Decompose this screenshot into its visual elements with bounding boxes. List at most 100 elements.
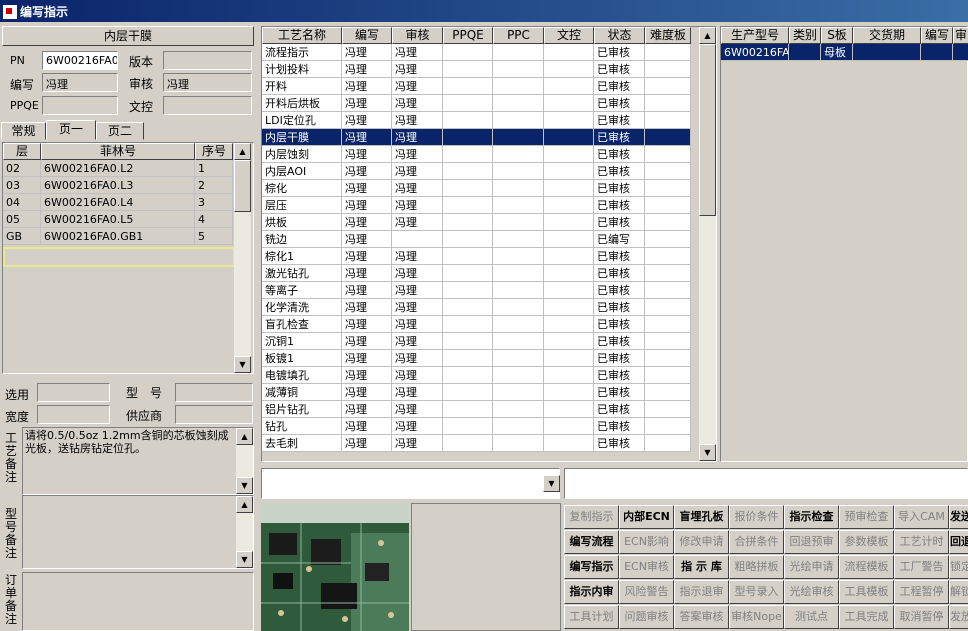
product-col-header[interactable]: S板 xyxy=(821,27,853,44)
process-note-textarea[interactable]: 请将0.5/0.5oz 1.2mm含铜的芯板蚀刻成光板，送钻房钻定位孔。 ▲ ▼ xyxy=(22,427,254,495)
action-button[interactable]: 编写流程 xyxy=(564,530,619,554)
action-button[interactable]: 光绘审核 xyxy=(784,580,839,604)
table-row[interactable]: 化学清洗 冯理 冯理 已审核 xyxy=(262,299,691,316)
action-button[interactable]: 光绘申请 xyxy=(784,555,839,579)
action-button[interactable]: 指示退审 xyxy=(674,580,729,604)
process-col-header[interactable]: 工艺名称 xyxy=(262,27,342,44)
action-button[interactable]: 修改申请 xyxy=(674,530,729,554)
action-button[interactable]: 指示内审 xyxy=(564,580,619,604)
action-button[interactable]: 工具完成 xyxy=(839,605,894,629)
table-row[interactable]: GB 6W00216FA0.GB1 5 xyxy=(3,228,235,245)
table-row[interactable]: 开料 冯理 冯理 已审核 xyxy=(262,78,691,95)
layer-col-header[interactable]: 层 xyxy=(3,143,41,160)
table-row[interactable]: 内层干膜 冯理 冯理 已审核 xyxy=(262,129,691,146)
action-button[interactable]: 问题审核 xyxy=(619,605,674,629)
action-button[interactable]: 测试点 xyxy=(784,605,839,629)
table-row[interactable]: 03 6W00216FA0.L3 2 xyxy=(3,177,235,194)
filter-combo[interactable] xyxy=(564,468,968,499)
table-row[interactable]: 棕化1 冯理 冯理 已审核 xyxy=(262,248,691,265)
process-col-header[interactable]: PPQE xyxy=(443,27,493,44)
author-field[interactable]: 冯理 xyxy=(42,73,118,92)
ppqe-field[interactable] xyxy=(42,96,118,115)
table-row[interactable]: 棕化 冯理 冯理 已审核 xyxy=(262,180,691,197)
process-col-header[interactable]: 文控 xyxy=(544,27,594,44)
action-button[interactable]: 发送 xyxy=(949,505,968,529)
action-button[interactable]: ECN影响 xyxy=(619,530,674,554)
action-button[interactable]: 解锁 xyxy=(949,580,968,604)
action-button[interactable]: 取消暂停 xyxy=(894,605,949,629)
action-button[interactable]: 风险警告 xyxy=(619,580,674,604)
width-field[interactable] xyxy=(37,405,110,424)
table-row[interactable]: 烘板 冯理 冯理 已审核 xyxy=(262,214,691,231)
action-button[interactable]: 型号录入 xyxy=(729,580,784,604)
action-button[interactable]: 锁定 xyxy=(949,555,968,579)
action-button[interactable]: 工具计划 xyxy=(564,605,619,629)
table-row[interactable]: 钻孔 冯理 冯理 已审核 xyxy=(262,418,691,435)
scroll-up-icon[interactable]: ▲ xyxy=(236,496,253,513)
process-combo[interactable]: ▼ xyxy=(261,468,560,499)
action-button[interactable]: 粗略拼板 xyxy=(729,555,784,579)
model-note-scrollbar[interactable]: ▲ ▼ xyxy=(236,496,253,568)
action-button[interactable]: 审核Nope xyxy=(729,605,784,629)
scroll-down-icon[interactable]: ▼ xyxy=(234,356,251,373)
seq-col-header[interactable]: 序号 xyxy=(195,143,233,160)
product-col-header[interactable]: 审 xyxy=(953,27,968,44)
table-row[interactable]: 内层AOI 冯理 冯理 已审核 xyxy=(262,163,691,180)
table-row[interactable]: 等离子 冯理 冯理 已审核 xyxy=(262,282,691,299)
model-note-textarea[interactable]: ▲ ▼ xyxy=(22,495,254,569)
table-row[interactable]: 开料后烘板 冯理 冯理 已审核 xyxy=(262,95,691,112)
tab-page-two[interactable]: 页二 xyxy=(96,122,144,140)
table-row[interactable]: 流程指示 冯理 冯理 已审核 xyxy=(262,44,691,61)
scroll-thumb[interactable] xyxy=(699,44,716,216)
action-button[interactable]: 编写指示 xyxy=(564,555,619,579)
film-col-header[interactable]: 菲林号 xyxy=(41,143,195,160)
action-button[interactable]: 报价条件 xyxy=(729,505,784,529)
tab-general[interactable]: 常规 xyxy=(1,122,46,140)
scroll-up-icon[interactable]: ▲ xyxy=(699,27,716,44)
product-col-header[interactable]: 类别 xyxy=(789,27,821,44)
table-row[interactable]: 计划投料 冯理 冯理 已审核 xyxy=(262,61,691,78)
scroll-up-icon[interactable]: ▲ xyxy=(234,143,251,160)
action-button[interactable]: 预审检查 xyxy=(839,505,894,529)
table-row[interactable]: 铣边 冯理 已编写 xyxy=(262,231,691,248)
action-button[interactable]: 工艺计时 xyxy=(894,530,949,554)
table-row[interactable]: 激光钻孔 冯理 冯理 已审核 xyxy=(262,265,691,282)
action-button[interactable]: 回退 xyxy=(949,530,968,554)
process-col-header[interactable]: 审核 xyxy=(392,27,443,44)
process-table-scrollbar[interactable]: ▲ ▼ xyxy=(699,27,716,461)
action-button[interactable]: 导入CAM xyxy=(894,505,949,529)
order-note-textarea[interactable] xyxy=(22,572,254,631)
action-button[interactable]: 工程暂停 xyxy=(894,580,949,604)
scroll-thumb[interactable] xyxy=(234,160,251,212)
action-button[interactable]: 流程模板 xyxy=(839,555,894,579)
action-button[interactable]: 指 示 库 xyxy=(674,555,729,579)
tab-page-one[interactable]: 页一 xyxy=(46,120,96,140)
table-row[interactable]: LDI定位孔 冯理 冯理 已审核 xyxy=(262,112,691,129)
process-col-header[interactable]: 难度板 xyxy=(645,27,691,44)
action-button[interactable]: 复制指示 xyxy=(564,505,619,529)
scroll-up-icon[interactable]: ▲ xyxy=(236,428,253,445)
pn-field[interactable]: 6W00216FA0 xyxy=(42,51,118,70)
action-button[interactable]: 合拼条件 xyxy=(729,530,784,554)
action-button[interactable]: 工具模板 xyxy=(839,580,894,604)
table-row[interactable]: 减薄铜 冯理 冯理 已审核 xyxy=(262,384,691,401)
process-col-header[interactable]: 编写 xyxy=(342,27,392,44)
action-button[interactable]: 回退预审 xyxy=(784,530,839,554)
table-row[interactable]: 板镀1 冯理 冯理 已审核 xyxy=(262,350,691,367)
action-button[interactable]: ECN审核 xyxy=(619,555,674,579)
table-row[interactable]: 内层蚀刻 冯理 冯理 已审核 xyxy=(262,146,691,163)
action-button[interactable]: 答案审核 xyxy=(674,605,729,629)
version-field[interactable] xyxy=(163,51,252,70)
product-col-header[interactable]: 编写 xyxy=(921,27,953,44)
window-title-bar[interactable]: 编写指示 xyxy=(0,0,968,22)
table-row[interactable]: 沉铜1 冯理 冯理 已审核 xyxy=(262,333,691,350)
action-button[interactable]: 内部ECN xyxy=(619,505,674,529)
scroll-down-icon[interactable]: ▼ xyxy=(236,477,253,494)
process-note-scrollbar[interactable]: ▲ ▼ xyxy=(236,428,253,494)
product-col-header[interactable]: 生产型号 xyxy=(721,27,789,44)
model-field[interactable] xyxy=(175,383,253,402)
select-field[interactable] xyxy=(37,383,110,402)
scroll-down-icon[interactable]: ▼ xyxy=(236,551,253,568)
action-button[interactable]: 发放 xyxy=(949,605,968,629)
chevron-down-icon[interactable]: ▼ xyxy=(543,475,560,492)
